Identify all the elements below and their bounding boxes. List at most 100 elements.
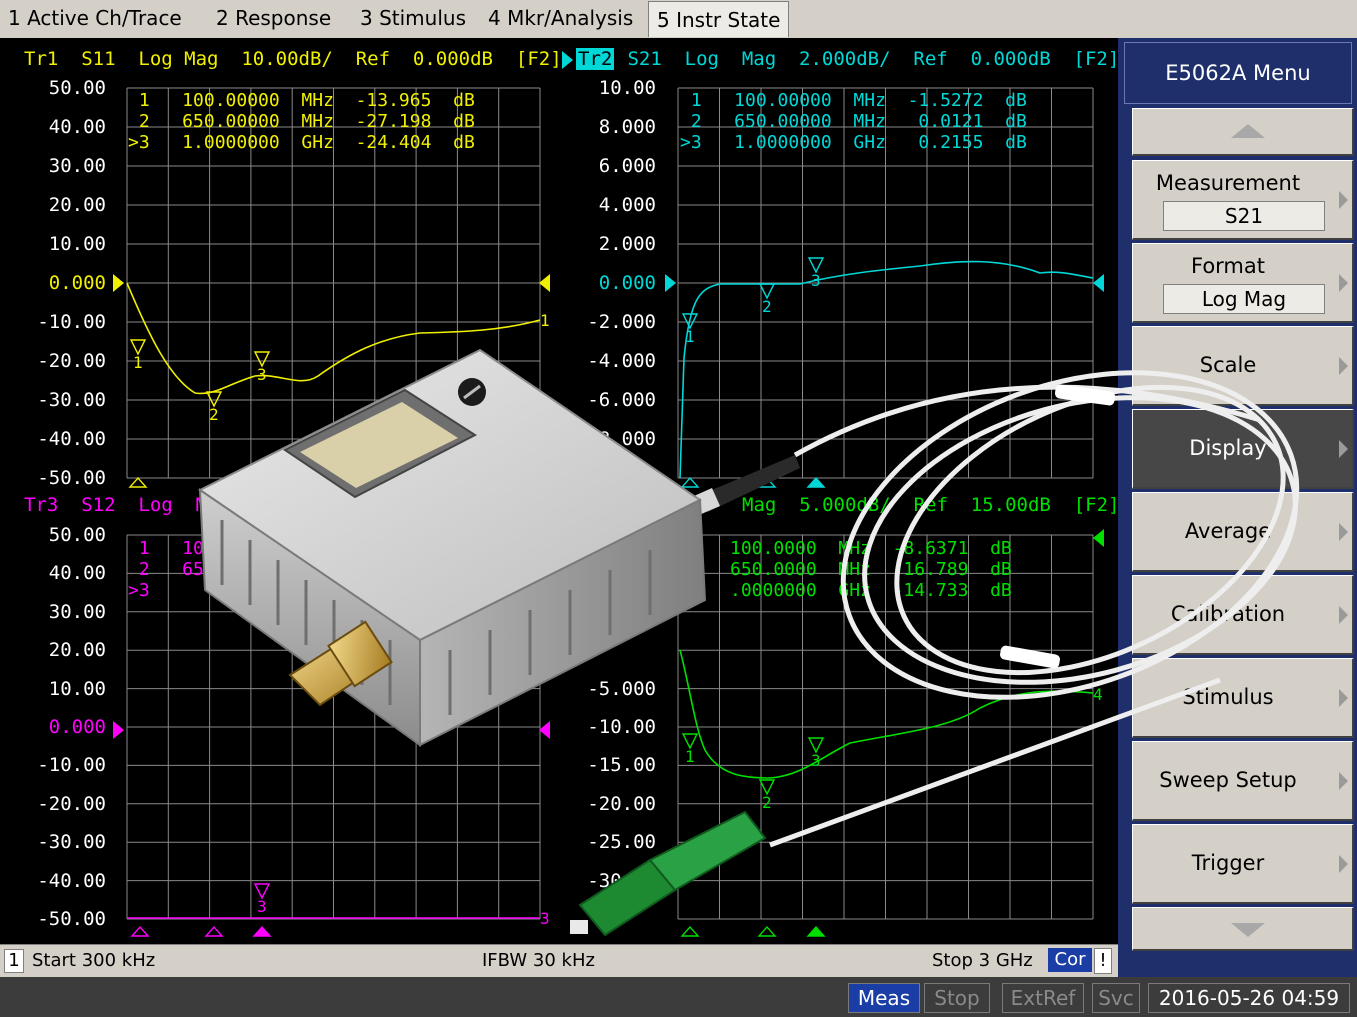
trace1-title[interactable]: Tr1 S11 Log Mag 10.00dB/ Ref 0.000dB [F2… bbox=[24, 48, 562, 70]
ylab-tr2-tick-2: 6.000 bbox=[598, 155, 656, 177]
submenu-arrow-icon bbox=[1339, 855, 1348, 873]
marker-triangle-icon bbox=[253, 351, 271, 368]
menu-active-ch-trace[interactable]: 1 Active Ch/Trace bbox=[0, 0, 190, 36]
trace3-marker-3: >3 bbox=[128, 580, 150, 601]
marker-tag: 3 bbox=[811, 271, 821, 290]
ref-level-arrow-icon bbox=[1093, 529, 1104, 547]
trace3-marker-2: 2 65 bbox=[128, 559, 204, 580]
marker-triangle-icon bbox=[757, 476, 777, 488]
channel-status-bar: 1 Start 300 kHz IFBW 30 kHz Stop 3 GHz C… bbox=[0, 944, 1118, 977]
active-trace-icon bbox=[562, 51, 573, 69]
marker-triangle-icon bbox=[807, 737, 825, 754]
sweep-setup-label: Sweep Setup bbox=[1159, 768, 1297, 792]
menu-instr-state[interactable]: 5 Instr State bbox=[648, 1, 790, 37]
submenu-arrow-icon bbox=[1339, 274, 1348, 292]
menu-response[interactable]: 2 Response bbox=[208, 0, 339, 36]
ylab-tr4-tick-5: -30.00 bbox=[587, 869, 656, 892]
ylab-tr3-tick-3: 20.00 bbox=[48, 639, 106, 662]
display-softkey[interactable]: Display bbox=[1132, 409, 1354, 489]
trace1-marker-3: >3 1.0000000 GHz -24.404 dB bbox=[128, 132, 475, 153]
menu-title: E5062A Menu bbox=[1165, 61, 1311, 85]
menu-title-box: E5062A Menu bbox=[1124, 42, 1352, 104]
stimulus-softkey[interactable]: Stimulus bbox=[1132, 658, 1354, 738]
stop-indicator: Stop bbox=[924, 983, 990, 1013]
ref-level-arrow-icon bbox=[113, 721, 124, 739]
trace2-tag[interactable]: Tr2 bbox=[576, 48, 615, 70]
submenu-arrow-icon bbox=[1339, 440, 1348, 458]
ref-level-arrow-icon bbox=[539, 274, 550, 292]
scroll-down-button[interactable] bbox=[1132, 907, 1354, 951]
start-frequency[interactable]: Start 300 kHz bbox=[32, 949, 155, 973]
meas-indicator: Meas bbox=[848, 983, 920, 1013]
ylab-tr2-tick-6: -2.000 bbox=[587, 311, 656, 333]
ylab-tr1-tick-6: -10.00 bbox=[37, 311, 106, 333]
calibration-softkey[interactable]: Calibration bbox=[1132, 575, 1354, 655]
marker-triangle-icon bbox=[680, 476, 700, 488]
submenu-arrow-icon bbox=[1339, 606, 1348, 624]
scale-softkey[interactable]: Scale bbox=[1132, 326, 1354, 406]
display-label: Display bbox=[1189, 436, 1267, 460]
ylab-tr3-tick-10: -50.00 bbox=[37, 908, 106, 930]
measurement-display[interactable]: 1 2 3 1 2 3 1 2 3 3 4 1 3 Tr1 S11 Log Mag 10.00dB/ R… bbox=[0, 38, 1120, 944]
trigger-label: Trigger bbox=[1191, 851, 1265, 875]
menu-stimulus[interactable]: 3 Stimulus bbox=[352, 0, 474, 36]
marker-tag: 2 bbox=[762, 297, 772, 316]
trace2-title[interactable]: S21 Log Mag 2.000dB/ Ref 0.000dB [F2] bbox=[616, 48, 1119, 70]
marker-tag: 4 bbox=[1093, 685, 1103, 704]
marker-triangle-icon bbox=[128, 476, 148, 488]
channel-number[interactable]: 1 bbox=[4, 949, 24, 973]
average-softkey[interactable]: Average bbox=[1132, 492, 1354, 572]
marker-triangle-icon bbox=[130, 925, 150, 937]
sweep-setup-softkey[interactable]: Sweep Setup bbox=[1132, 741, 1354, 821]
ylab-tr4-tick-2: -15.00 bbox=[587, 754, 656, 777]
correction-badge: Cor bbox=[1048, 948, 1092, 972]
measurement-value: S21 bbox=[1163, 201, 1325, 231]
marker-tag: 2 bbox=[209, 405, 219, 424]
scroll-up-button[interactable] bbox=[1132, 108, 1354, 156]
marker-triangle-icon bbox=[252, 925, 272, 937]
ylab-tr3-tick-7: -20.00 bbox=[37, 792, 106, 815]
ylab-tr1-tick-0: 50.00 bbox=[48, 77, 106, 99]
ylab-tr2-tick-3: 4.000 bbox=[598, 194, 656, 216]
trace4-title[interactable]: Mag 5.000dB/ Ref 15.00dB [F2] bbox=[742, 494, 1120, 516]
ylab-tr3-tick-8: -30.00 bbox=[37, 831, 106, 854]
menu-mkr-analysis[interactable]: 4 Mkr/Analysis bbox=[480, 0, 641, 36]
ylab-tr3-tick-5: 0.000 bbox=[48, 716, 106, 738]
submenu-arrow-icon bbox=[1339, 689, 1348, 707]
marker-tag: 2 bbox=[762, 793, 772, 812]
trace4-marker-1: 100.0000 MHz -8.6371 dB bbox=[730, 538, 1012, 559]
ylab-tr2-tick-1: 8.000 bbox=[598, 116, 656, 138]
ifbw-readout[interactable]: IFBW 30 kHz bbox=[482, 949, 595, 973]
marker-triangle-icon bbox=[680, 925, 700, 937]
marker-triangle-icon bbox=[807, 257, 825, 274]
stop-frequency[interactable]: Stop 3 GHz bbox=[932, 949, 1033, 973]
ref-level-arrow-icon bbox=[1093, 274, 1104, 292]
trigger-softkey[interactable]: Trigger bbox=[1132, 824, 1354, 904]
trace3-title[interactable]: Tr3 S12 Log Mag bbox=[24, 494, 230, 516]
tr3-grid bbox=[126, 534, 541, 920]
ylab-tr4-tick-1: -10.00 bbox=[587, 716, 656, 738]
ylab-tr1-tick-10: -50.00 bbox=[37, 467, 106, 489]
ylab-tr1-tick-4: 10.00 bbox=[48, 233, 106, 255]
ylab-tr2-tick-8: -6.000 bbox=[587, 389, 656, 411]
ylab-tr3-tick-2: 30.00 bbox=[48, 600, 106, 623]
trace3-marker-1: 1 100 bbox=[128, 538, 215, 559]
ref-level-arrow-icon bbox=[539, 721, 550, 739]
ylab-tr4-tick-0: -5.000 bbox=[587, 677, 656, 700]
datetime-readout: 2016-05-26 04:59 bbox=[1148, 983, 1350, 1013]
arrow-down-icon bbox=[1231, 923, 1265, 937]
trace2-marker-2: 2 650.00000 MHz 0.0121 dB bbox=[680, 111, 1027, 132]
ylab-tr3-tick-0: 50.00 bbox=[48, 524, 106, 546]
measurement-softkey[interactable]: Measurement S21 bbox=[1132, 160, 1354, 240]
format-label: Format bbox=[1190, 254, 1265, 278]
marker-tag: 1 bbox=[540, 311, 550, 330]
ylab-tr4-tick-4: -25.00 bbox=[587, 831, 656, 854]
ylab-tr2-tick-10: -10.00 bbox=[587, 467, 656, 489]
ylab-tr2-tick-9: -8.000 bbox=[587, 428, 656, 450]
trace1-marker-2: 2 650.00000 MHz -27.198 dB bbox=[128, 111, 475, 132]
ylab-tr1-tick-8: -30.00 bbox=[37, 389, 106, 411]
marker-triangle-icon bbox=[129, 339, 147, 356]
format-softkey[interactable]: Format Log Mag bbox=[1132, 243, 1354, 323]
marker-triangle-icon bbox=[757, 925, 777, 937]
marker-triangle-icon bbox=[806, 476, 826, 488]
